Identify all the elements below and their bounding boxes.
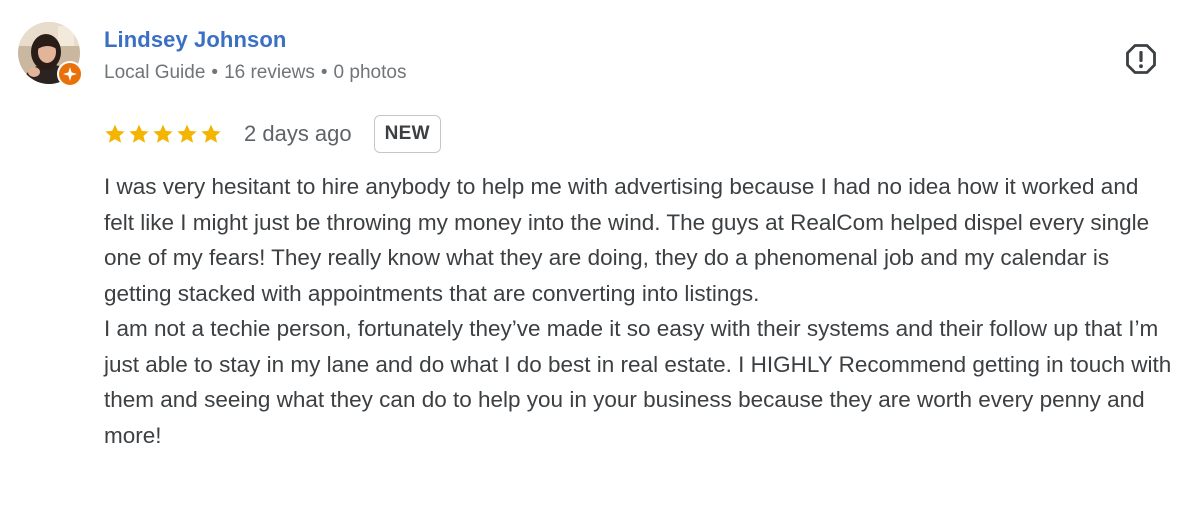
local-guide-star-icon	[63, 67, 77, 81]
review-paragraph: I am not a techie person, fortunately th…	[104, 316, 1172, 448]
reviewer-name[interactable]: Lindsey Johnson	[104, 27, 286, 53]
star-icon	[201, 124, 221, 143]
star-icon	[129, 124, 149, 143]
local-guide-badge	[57, 61, 83, 87]
reviewer-review-count: 16 reviews	[224, 62, 315, 83]
star-icon	[153, 124, 173, 143]
new-badge: NEW	[373, 115, 441, 153]
report-button[interactable]	[1124, 42, 1158, 76]
star-icon	[105, 124, 125, 143]
meta-separator: •	[211, 62, 219, 83]
review-text: I was very hesitant to hire anybody to h…	[104, 169, 1174, 453]
review-card: Lindsey Johnson Local Guide • 16 reviews…	[0, 0, 1200, 509]
review-timestamp: 2 days ago	[244, 121, 352, 146]
reviewer-meta: Local Guide • 16 reviews • 0 photos	[104, 62, 406, 84]
meta-separator: •	[320, 62, 328, 83]
star-rating	[104, 123, 222, 145]
rating-row: 2 days ago NEW	[104, 114, 441, 154]
reviewer-role: Local Guide	[104, 62, 206, 83]
report-flag-icon	[1126, 44, 1156, 74]
reviewer-photo-count: 0 photos	[333, 62, 407, 83]
star-icon	[177, 124, 197, 143]
review-paragraph: I was very hesitant to hire anybody to h…	[104, 174, 1150, 306]
